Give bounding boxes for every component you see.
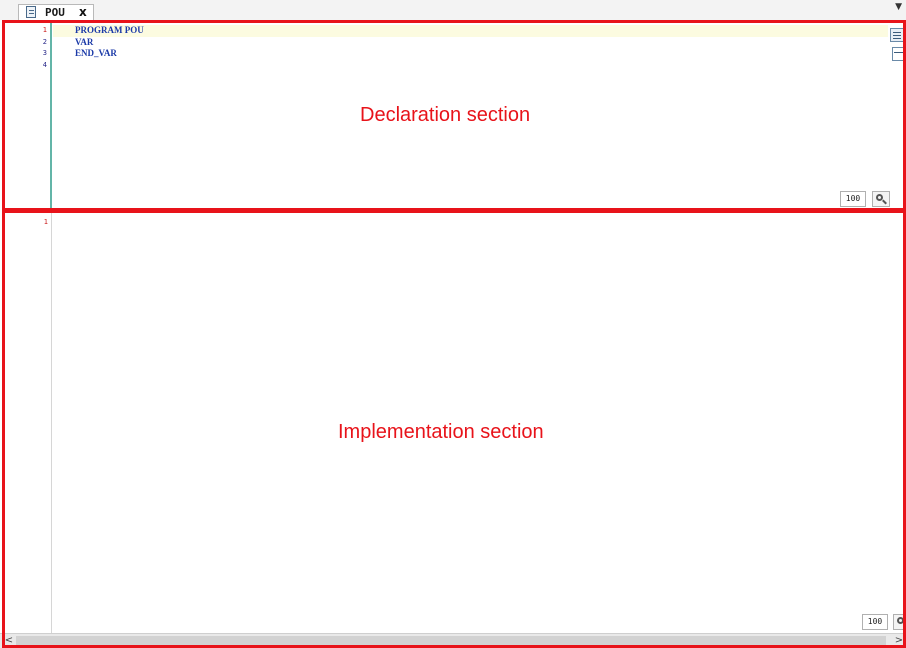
code-line[interactable]: PROGRAM POU — [53, 25, 888, 37]
zoom-level[interactable]: 100 — [840, 191, 866, 207]
close-icon[interactable]: x — [79, 5, 87, 19]
line-number: 1 — [42, 26, 47, 34]
zoom-icon[interactable] — [893, 614, 906, 630]
line-number: 1 — [43, 218, 48, 226]
declaration-gutter: 1 2 3 4 — [0, 20, 52, 209]
declaration-section-label: Declaration section — [360, 104, 531, 126]
implementation-gutter: 1 — [0, 212, 52, 636]
implementation-section-label: Implementation section — [338, 421, 544, 443]
editor-tab-bar: POU x ▼ — [0, 0, 906, 21]
scroll-left-arrow[interactable]: < — [2, 634, 16, 648]
line-number: 4 — [42, 60, 47, 69]
tab-title: POU — [45, 6, 65, 19]
tab-pou[interactable]: POU x — [18, 4, 94, 20]
code-line[interactable]: VAR — [53, 37, 888, 49]
code-line[interactable] — [53, 60, 888, 72]
code-line[interactable]: END_VAR — [53, 48, 888, 60]
zoom-level[interactable]: 100 — [862, 614, 888, 630]
line-number: 2 — [42, 37, 47, 46]
document-icon — [26, 6, 36, 18]
horizontal-scrollbar[interactable]: < > — [0, 633, 906, 648]
scroll-right-arrow[interactable]: > — [892, 634, 906, 648]
chevron-down-icon[interactable]: ▼ — [895, 2, 902, 12]
zoom-icon[interactable] — [872, 191, 890, 207]
text-view-icon[interactable] — [890, 28, 904, 42]
scroll-thumb[interactable] — [16, 636, 886, 645]
line-number: 3 — [42, 49, 47, 57]
table-view-icon[interactable] — [892, 47, 906, 61]
declaration-code[interactable]: PROGRAM POU VAR END_VAR — [53, 25, 888, 71]
